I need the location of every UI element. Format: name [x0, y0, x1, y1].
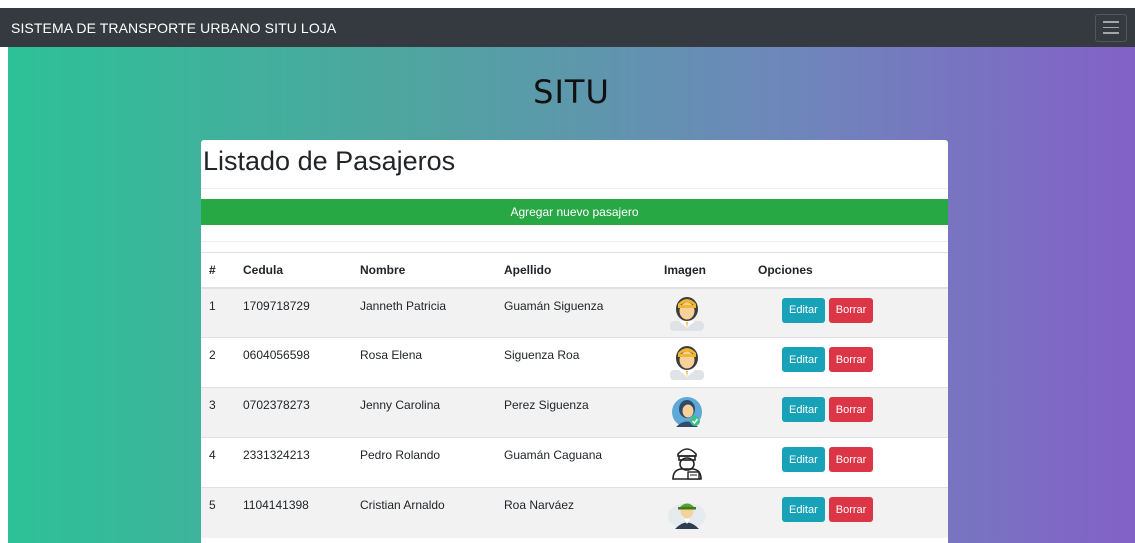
table-row: 5 1104141398 Cristian Arnaldo Roa Narváe… [201, 487, 948, 538]
passengers-table: # Cedula Nombre Apellido Imagen Opciones… [201, 252, 948, 538]
page-title: Listado de Pasajeros [203, 146, 456, 176]
male-id-avatar-icon [672, 448, 702, 480]
table-row: 1 1709718729 Janneth Patricia Guamán Sig… [201, 287, 948, 338]
header-cedula: Cedula [235, 252, 352, 289]
row-cedula: 2331324213 [235, 437, 352, 488]
row-nombre: Cristian Arnaldo [352, 487, 496, 538]
row-nombre: Pedro Rolando [352, 437, 496, 488]
row-number: 4 [201, 437, 235, 488]
table-row: 2 0604056598 Rosa Elena Siguenza Roa Edi… [201, 337, 948, 388]
row-nombre: Rosa Elena [352, 337, 496, 388]
female-avatar-icon [670, 296, 704, 331]
hamburger-line [1103, 32, 1119, 34]
header-imagen: Imagen [656, 252, 750, 289]
delete-button[interactable]: Borrar [828, 447, 874, 472]
female-verified-avatar-icon [672, 397, 702, 427]
header-nombre: Nombre [352, 252, 496, 289]
row-apellido: Guamán Siguenza [496, 287, 656, 338]
table-header-row: # Cedula Nombre Apellido Imagen Opciones [201, 252, 948, 289]
header-apellido: Apellido [496, 252, 656, 289]
row-cedula: 0702378273 [235, 387, 352, 438]
table-row: 3 0702378273 Jenny Carolina Perez Siguen… [201, 387, 948, 438]
row-apellido: Guamán Caguana [496, 437, 656, 488]
delete-button[interactable]: Borrar [828, 297, 874, 323]
delete-button[interactable]: Borrar [828, 497, 874, 522]
row-number: 5 [201, 487, 235, 538]
row-apellido: Roa Narváez [496, 487, 656, 538]
divider [201, 188, 948, 189]
row-number: 2 [201, 337, 235, 388]
row-apellido: Siguenza Roa [496, 337, 656, 388]
header-number: # [201, 252, 235, 289]
table-row: 4 2331324213 Pedro Rolando Guamán Caguan… [201, 437, 948, 488]
row-number: 3 [201, 387, 235, 438]
top-navbar: SISTEMA DE TRANSPORTE URBANO SITU LOJA [0, 8, 1135, 47]
navbar-brand[interactable]: SISTEMA DE TRANSPORTE URBANO SITU LOJA [11, 20, 336, 36]
hero-title: SITU [533, 73, 610, 111]
edit-button[interactable]: Editar [782, 297, 825, 323]
row-apellido: Perez Siguenza [496, 387, 656, 438]
female-avatar-icon [670, 346, 704, 380]
delete-button[interactable]: Borrar [828, 397, 874, 422]
row-cedula: 0604056598 [235, 337, 352, 388]
hamburger-line [1103, 26, 1119, 29]
edit-button[interactable]: Editar [782, 347, 825, 372]
passengers-card: Listado de Pasajeros Agregar nuevo pasaj… [201, 140, 948, 543]
add-passenger-button[interactable]: Agregar nuevo pasajero [201, 199, 948, 225]
hamburger-line [1103, 21, 1119, 23]
menu-toggle-button[interactable] [1095, 13, 1127, 42]
hero-section: SITU Listado de Pasajeros Agregar nuevo … [8, 47, 1135, 543]
edit-button[interactable]: Editar [782, 497, 825, 522]
row-number: 1 [201, 287, 235, 338]
row-nombre: Jenny Carolina [352, 387, 496, 438]
row-cedula: 1709718729 [235, 287, 352, 338]
edit-button[interactable]: Editar [782, 447, 825, 472]
row-cedula: 1104141398 [235, 487, 352, 538]
delete-button[interactable]: Borrar [828, 347, 874, 372]
row-nombre: Janneth Patricia [352, 287, 496, 338]
divider [201, 241, 948, 242]
edit-button[interactable]: Editar [782, 397, 825, 422]
male-cap-avatar-icon [668, 503, 706, 529]
header-opciones: Opciones [750, 252, 948, 289]
